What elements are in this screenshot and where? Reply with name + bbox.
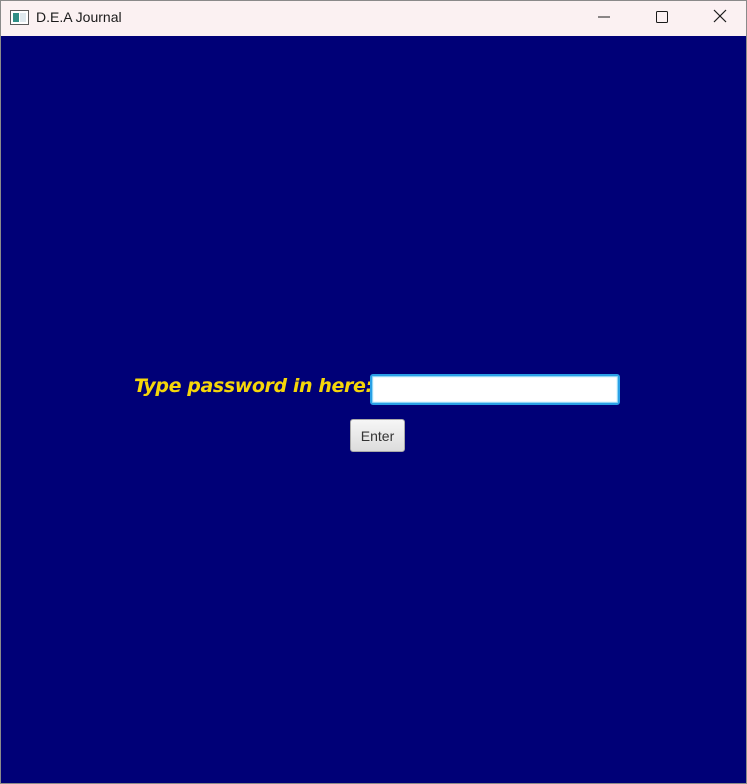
maximize-icon	[656, 10, 668, 28]
login-panel: Type password in here: Enter	[1, 36, 746, 783]
close-button[interactable]	[691, 1, 746, 36]
window-app-icon	[10, 10, 29, 25]
password-prompt-label: Type password in here:	[134, 375, 373, 397]
enter-button[interactable]: Enter	[350, 419, 405, 452]
title-bar[interactable]: D.E.A Journal	[1, 1, 746, 36]
close-icon	[713, 9, 727, 28]
password-input[interactable]	[370, 374, 620, 405]
minimize-icon	[598, 10, 610, 28]
maximize-button[interactable]	[633, 1, 691, 36]
window-title: D.E.A Journal	[36, 9, 122, 25]
app-window: D.E.A Journal Type password in here: Ent…	[0, 0, 747, 784]
minimize-button[interactable]	[575, 1, 633, 36]
